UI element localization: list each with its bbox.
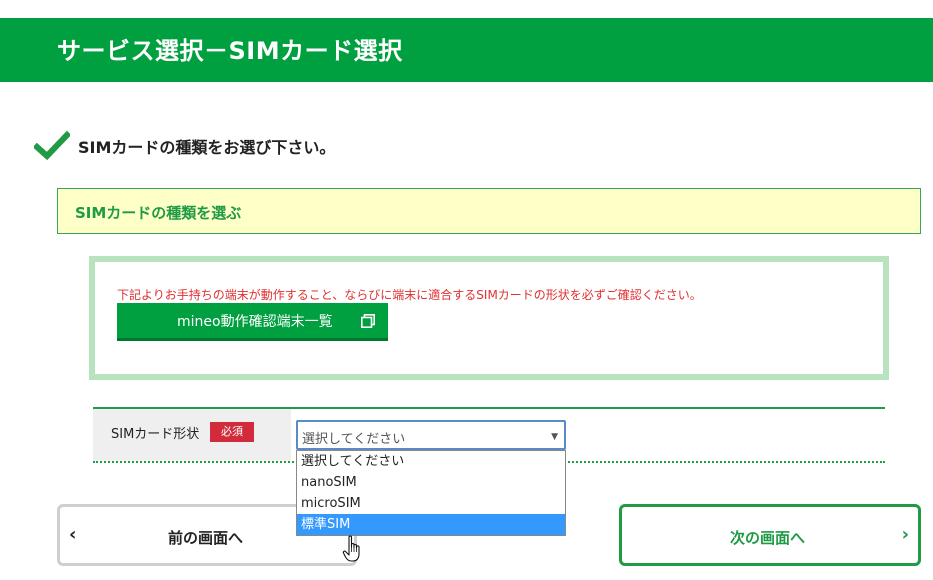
chevron-right-icon: ›: [901, 524, 909, 545]
checkmark-icon: [34, 130, 70, 161]
chevron-left-icon: ‹: [69, 524, 77, 545]
dropdown-option-placeholder[interactable]: 選択してください: [297, 451, 565, 472]
section-title: SIMカードの種類を選ぶ: [75, 204, 242, 222]
instruction-text: SIMカードの種類をお選び下さい。: [78, 138, 336, 157]
sim-type-select[interactable]: 選択してください ▼: [296, 420, 566, 450]
next-page-button[interactable]: 次の画面へ ›: [619, 504, 921, 566]
instruction-row: SIMカードの種類をお選び下さい。: [34, 130, 335, 162]
new-window-icon: [361, 314, 375, 328]
dropdown-option-standard-sim[interactable]: 標準SIM: [297, 514, 565, 535]
prev-page-button-label: 前の画面へ: [168, 529, 244, 547]
page-title: サービス選択－SIMカード選択: [57, 37, 403, 65]
required-badge: 必須: [210, 422, 254, 442]
section-header: SIMカードの種類を選ぶ: [57, 188, 921, 234]
dropdown-option-nanosim[interactable]: nanoSIM: [297, 472, 565, 493]
notice-text: 下記よりお手持ちの端末が動作すること、ならびに端末に適合するSIMカードの形状を…: [117, 288, 702, 302]
sim-type-dropdown: 選択してください nanoSIM microSIM 標準SIM: [296, 450, 566, 536]
next-page-button-label: 次の画面へ: [730, 529, 806, 547]
device-list-button-label: mineo動作確認端末一覧: [177, 314, 333, 330]
sim-type-label: SIMカード形状: [111, 427, 200, 442]
sim-type-label-cell: SIMカード形状 必須: [93, 409, 291, 461]
chevron-down-icon: ▼: [551, 432, 558, 442]
page-header: サービス選択－SIMカード選択: [0, 18, 933, 82]
sim-type-select-value: 選択してください: [302, 432, 406, 447]
dropdown-option-microsim[interactable]: microSIM: [297, 493, 565, 514]
device-list-button[interactable]: mineo動作確認端末一覧: [117, 303, 388, 341]
notice-box: 下記よりお手持ちの端末が動作すること、ならびに端末に適合するSIMカードの形状を…: [89, 256, 889, 380]
